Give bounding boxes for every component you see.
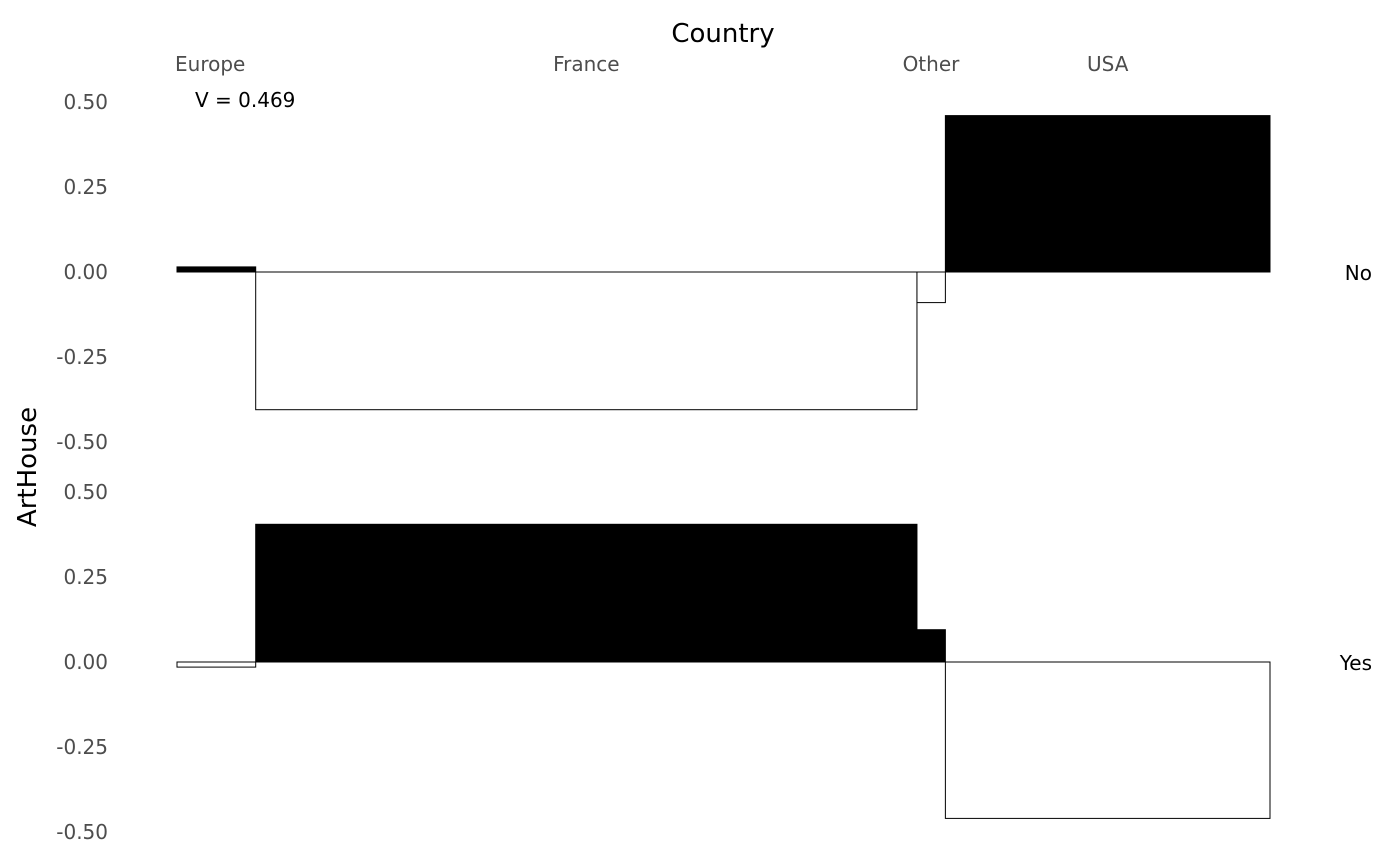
bar-no-other [916, 271, 946, 304]
bar-yes-france [255, 523, 918, 663]
y-tick-label: 0.50 [63, 480, 108, 504]
cramers-v-annotation: V = 0.469 [195, 88, 295, 112]
bar-no-usa [944, 115, 1271, 273]
y-tick-label: 0.25 [63, 565, 108, 589]
y-tick-label: 0.00 [63, 260, 108, 284]
column-label-usa: USA [1087, 52, 1129, 76]
column-label-france: France [553, 52, 620, 76]
y-tick-label: 0.00 [63, 650, 108, 674]
bar-no-europe [176, 266, 257, 273]
association-plot: Country ArtHouse V = 0.469 Europe France O… [13, 19, 1372, 844]
bar-yes-other [916, 629, 946, 663]
y-tick-label: -0.25 [56, 345, 108, 369]
row-label-yes: Yes [1339, 651, 1372, 675]
y-tick-label: 0.50 [63, 90, 108, 114]
y-tick-label: 0.25 [63, 175, 108, 199]
y-tick-label: -0.50 [56, 430, 108, 454]
y-tick-label: -0.25 [56, 735, 108, 759]
x-axis-title: Country [671, 19, 774, 49]
column-label-other: Other [903, 52, 961, 76]
column-label-europe: Europe [175, 52, 245, 76]
y-axis-title: ArtHouse [13, 407, 43, 527]
y-axis-ticks: 0.50 0.25 0.00 -0.25 -0.50 0.50 0.25 0.00 -0.25 -… [56, 90, 108, 844]
bar-yes-europe [176, 661, 257, 668]
bars [176, 115, 1271, 819]
bar-no-france [255, 271, 918, 411]
y-tick-label: -0.50 [56, 820, 108, 844]
row-label-no: No [1345, 261, 1372, 285]
column-labels: Europe France Other USA [175, 52, 1129, 76]
row-labels: No Yes [1339, 261, 1372, 675]
bar-yes-usa [944, 661, 1271, 819]
